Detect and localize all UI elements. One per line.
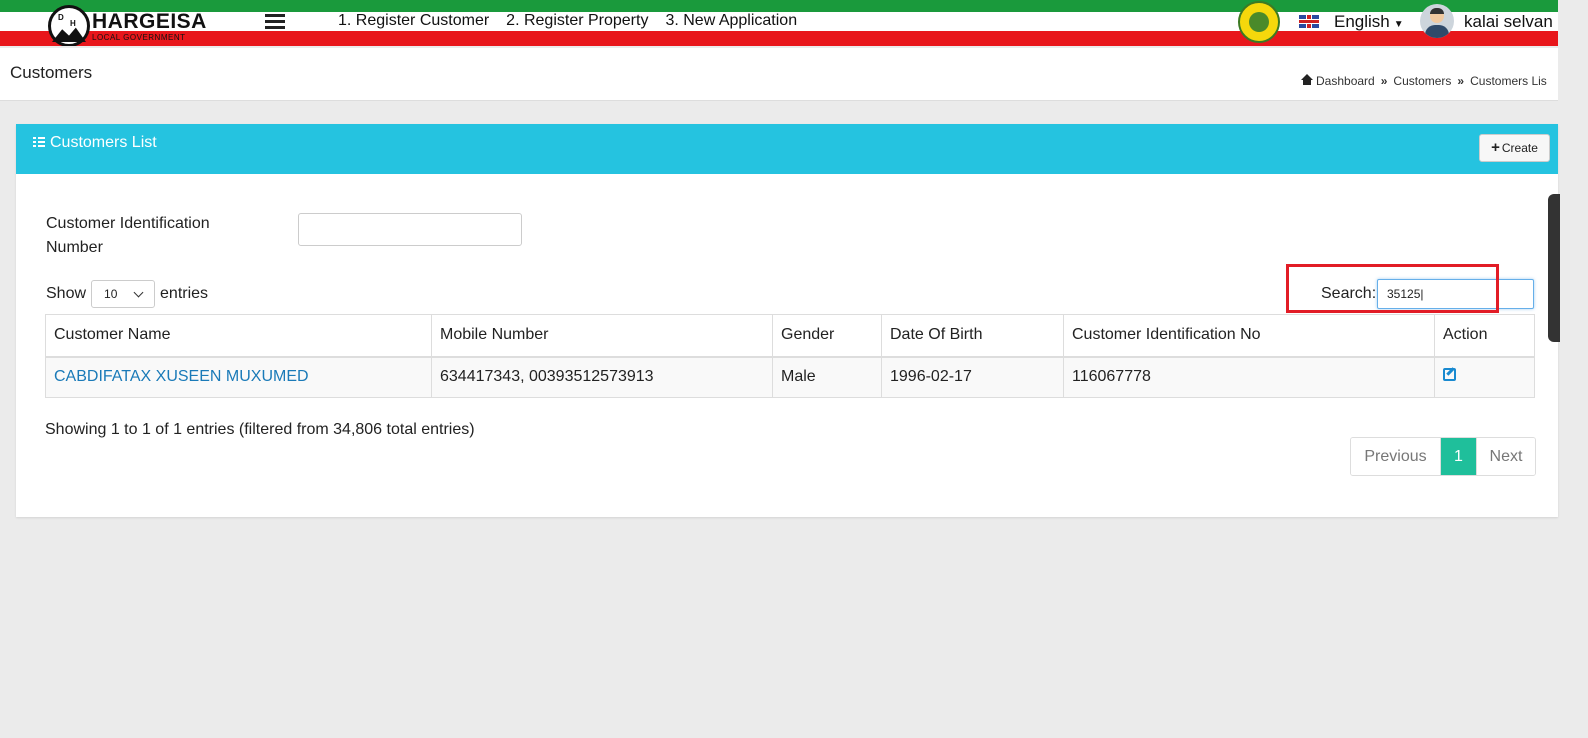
table-info: Showing 1 to 1 of 1 entries (filtered fr… xyxy=(45,421,475,438)
customer-name-link[interactable]: CABDIFATAX XUSEEN MUXUMED xyxy=(54,368,309,385)
logo-letter-h: H xyxy=(70,19,76,28)
table-header-row: Customer Name Mobile Number Gender Date … xyxy=(45,314,1535,358)
col-customer-id[interactable]: Customer Identification No xyxy=(1063,314,1435,358)
side-toolbar[interactable] xyxy=(1548,194,1560,342)
show-label: Show xyxy=(46,285,87,302)
page-title: Customers xyxy=(10,63,93,82)
logo-subtitle: LOCAL GOVERNMENT xyxy=(92,33,186,42)
search-label: Search: xyxy=(1321,285,1377,302)
create-button[interactable]: + Create xyxy=(1479,134,1550,162)
flag-stripe-red xyxy=(0,31,1558,46)
page-header: Customers Dashboard» Customers» Customers … xyxy=(0,48,1558,101)
nav-register-customer[interactable]: 1. Register Customer xyxy=(338,12,489,30)
table-row: CABDIFATAX XUSEEN MUXUMED 634417343, 003… xyxy=(45,356,1535,398)
card-header: Customers List + Create xyxy=(16,124,1558,174)
language-selector[interactable]: English ▼ xyxy=(1334,12,1404,32)
flag-stripe-green xyxy=(0,0,1558,12)
plus-icon: + xyxy=(1491,139,1500,156)
col-mobile-number[interactable]: Mobile Number xyxy=(431,314,773,358)
entries-select[interactable]: 10 xyxy=(91,280,156,308)
breadcrumb-customers[interactable]: Customers xyxy=(1393,74,1451,88)
nav-register-property[interactable]: 2. Register Property xyxy=(506,12,648,30)
caret-down-icon: ▼ xyxy=(1393,19,1404,30)
next-button[interactable]: Next xyxy=(1476,438,1535,475)
page-1-button[interactable]: 1 xyxy=(1441,438,1476,475)
logo-title: HARGEISA xyxy=(92,10,207,33)
home-icon xyxy=(1301,74,1313,85)
cin-cell: 116067778 xyxy=(1063,356,1435,398)
somaliland-emblem-icon xyxy=(1238,1,1280,43)
create-label: Create xyxy=(1501,141,1538,155)
chevron-down-icon xyxy=(133,287,144,297)
user-avatar[interactable] xyxy=(1420,4,1454,38)
dob-cell: 1996-02-17 xyxy=(881,356,1064,398)
breadcrumb-customers-list: Customers Lis xyxy=(1470,74,1547,88)
nav-new-application[interactable]: 3. New Application xyxy=(665,12,797,30)
action-cell xyxy=(1434,356,1535,398)
previous-button[interactable]: Previous xyxy=(1351,438,1441,475)
col-action[interactable]: Action xyxy=(1434,314,1535,358)
entries-length: Show 10 entries xyxy=(46,280,208,308)
user-name[interactable]: kalai selvan xyxy=(1464,12,1553,32)
pagination: Previous 1 Next xyxy=(1350,437,1536,476)
hargeisa-logo[interactable]: D H HARGEISA LOCAL GOVERNMENT xyxy=(48,2,208,46)
breadcrumb-dashboard[interactable]: Dashboard xyxy=(1316,74,1375,88)
search-input[interactable]: 35125| xyxy=(1377,279,1534,309)
entries-label: entries xyxy=(160,285,209,302)
top-navbar: D H HARGEISA LOCAL GOVERNMENT 1. Registe… xyxy=(0,0,1558,46)
col-customer-name[interactable]: Customer Name xyxy=(45,314,432,358)
mobile-cell: 634417343, 00393512573913 xyxy=(431,356,773,398)
col-gender[interactable]: Gender xyxy=(772,314,882,358)
logo-letter-d: D xyxy=(58,13,64,22)
customers-list-card: Customers List + Create Customer Identifi… xyxy=(16,124,1558,517)
menu-toggle-icon[interactable] xyxy=(265,14,285,30)
edit-icon[interactable] xyxy=(1443,368,1456,382)
customers-table: Customer Name Mobile Number Gender Date … xyxy=(45,314,1535,398)
cin-filter-label: Customer Identification Number xyxy=(46,215,210,256)
cin-filter-input[interactable] xyxy=(298,213,522,246)
language-label: English xyxy=(1334,12,1390,31)
card-title: Customers List xyxy=(50,134,157,151)
uk-flag-icon[interactable] xyxy=(1299,15,1319,28)
gender-cell: Male xyxy=(772,356,882,398)
top-nav: 1. Register Customer 2. Register Propert… xyxy=(338,12,797,30)
breadcrumb: Dashboard» Customers» Customers Lis xyxy=(1301,74,1547,88)
logo-emblem: D H xyxy=(48,5,90,46)
entries-value: 10 xyxy=(104,287,118,301)
col-date-of-birth[interactable]: Date Of Birth xyxy=(881,314,1064,358)
list-icon xyxy=(33,137,45,147)
search-value: 35125 xyxy=(1387,287,1421,301)
